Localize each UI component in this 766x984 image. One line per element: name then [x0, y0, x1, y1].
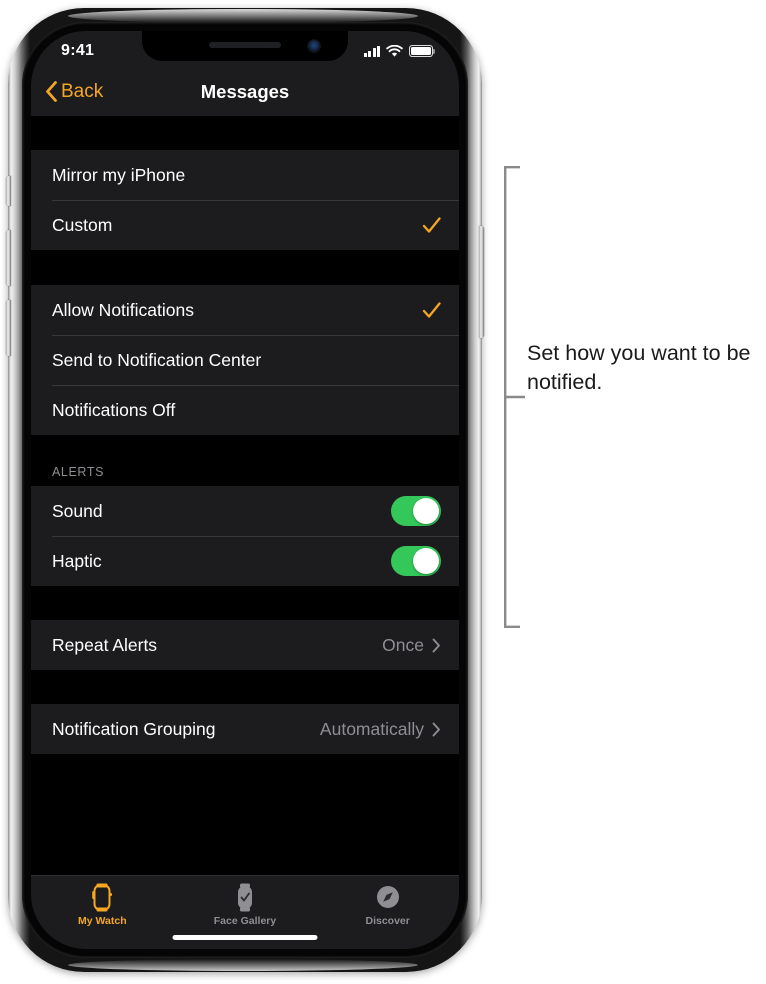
- list-spacer: [31, 116, 459, 150]
- status-indicators: [363, 41, 436, 58]
- chevron-right-icon: [432, 638, 440, 652]
- row-haptic[interactable]: Haptic: [31, 536, 459, 586]
- side-power-button[interactable]: [479, 226, 484, 338]
- row-label: Haptic: [52, 550, 102, 571]
- frame-top-highlight: [68, 9, 418, 23]
- row-label: Notifications Off: [52, 399, 176, 420]
- checkmark-icon: [422, 216, 441, 233]
- iphone-device-frame: 9:41 Messages Back Mirror my iPhone Cust…: [6, 8, 484, 972]
- tab-label: My Watch: [78, 915, 127, 927]
- row-label: Allow Notifications: [52, 299, 194, 320]
- callout-annotation: Set how you want to be notified.: [503, 166, 761, 628]
- tab-discover[interactable]: Discover: [316, 876, 459, 949]
- row-value: Automatically: [319, 718, 424, 739]
- back-button-label: Back: [61, 80, 104, 102]
- row-label: Sound: [52, 500, 103, 521]
- list-spacer: [31, 670, 459, 704]
- row-repeat-alerts[interactable]: Repeat Alerts Once: [31, 620, 459, 670]
- list-spacer: [31, 250, 459, 285]
- watch-icon: [89, 883, 115, 912]
- row-label: Notification Grouping: [52, 718, 216, 739]
- tab-my-watch[interactable]: My Watch: [31, 876, 174, 949]
- toggle-knob: [413, 547, 440, 575]
- haptic-toggle[interactable]: [391, 546, 441, 576]
- row-mirror-my-iphone[interactable]: Mirror my iPhone: [31, 150, 459, 200]
- display-notch: [142, 31, 348, 61]
- volume-up-button[interactable]: [6, 230, 11, 286]
- row-send-to-notification-center[interactable]: Send to Notification Center: [31, 335, 459, 385]
- chevron-right-icon: [432, 722, 440, 736]
- navigation-bar: Messages Back: [31, 67, 459, 116]
- watch-face-icon: [232, 883, 258, 912]
- toggle-knob: [413, 497, 440, 525]
- volume-down-button[interactable]: [6, 300, 11, 356]
- compass-icon: [375, 883, 401, 912]
- battery-full-icon: [409, 45, 436, 57]
- row-allow-notifications[interactable]: Allow Notifications: [31, 285, 459, 335]
- settings-list[interactable]: Mirror my iPhone Custom Allow Notificati…: [31, 116, 459, 875]
- tab-label: Discover: [365, 915, 410, 927]
- settings-group-notification-grouping: Notification Grouping Automatically: [31, 704, 459, 754]
- row-label: Custom: [52, 214, 113, 235]
- row-notification-grouping[interactable]: Notification Grouping Automatically: [31, 704, 459, 754]
- settings-group-repeat-alerts: Repeat Alerts Once: [31, 620, 459, 670]
- settings-group-notifications: Allow Notifications Send to Notification…: [31, 285, 459, 435]
- cellular-signal-icon: [363, 45, 380, 57]
- row-sound[interactable]: Sound: [31, 486, 459, 536]
- back-button[interactable]: Back: [45, 81, 103, 103]
- list-spacer: [31, 586, 459, 620]
- settings-group-mirror: Mirror my iPhone Custom: [31, 150, 459, 250]
- row-custom[interactable]: Custom: [31, 200, 459, 250]
- callout-bracket-icon: [504, 166, 525, 628]
- wifi-icon: [386, 44, 403, 57]
- frame-bottom-highlight: [68, 959, 418, 971]
- chevron-left-icon: [46, 81, 57, 102]
- row-label: Repeat Alerts: [52, 634, 158, 655]
- status-time: 9:41: [61, 42, 95, 59]
- settings-group-alerts: Sound Haptic: [31, 486, 459, 586]
- phone-screen: 9:41 Messages Back Mirror my iPhone Cust…: [31, 31, 459, 949]
- tab-label: Face Gallery: [213, 915, 277, 927]
- list-spacer: [31, 754, 459, 788]
- sound-toggle[interactable]: [391, 496, 441, 526]
- checkmark-icon: [422, 301, 441, 318]
- callout-text: Set how you want to be notified.: [527, 341, 751, 394]
- section-header-alerts: ALERTS: [31, 435, 459, 486]
- row-value: Once: [382, 634, 424, 655]
- row-label: Send to Notification Center: [52, 349, 262, 370]
- earpiece-speaker: [209, 42, 281, 48]
- front-camera-icon: [308, 40, 320, 52]
- silent-switch[interactable]: [6, 176, 11, 206]
- row-notifications-off[interactable]: Notifications Off: [31, 385, 459, 435]
- home-indicator[interactable]: [172, 934, 318, 940]
- row-label: Mirror my iPhone: [52, 164, 186, 185]
